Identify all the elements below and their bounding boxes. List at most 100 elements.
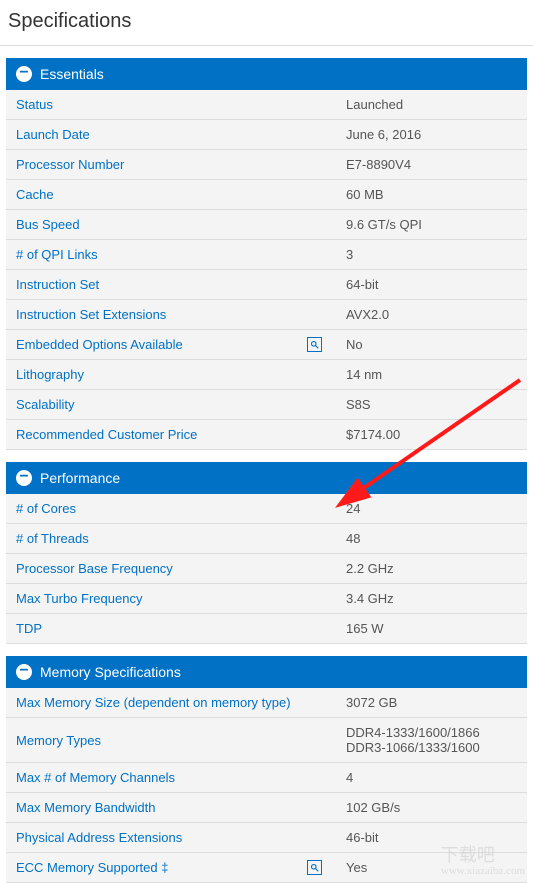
search-icon[interactable] [307,337,322,352]
spec-value: E7-8890V4 [336,150,527,179]
spec-value: 102 GB/s [336,793,527,822]
spec-row: Recommended Customer Price $7174.00 [6,420,527,450]
page-title: Specifications [0,0,533,46]
spec-row: Launch Date June 6, 2016 [6,120,527,150]
spec-row: Max Memory Bandwidth 102 GB/s [6,793,527,823]
spec-label[interactable]: TDP [6,614,336,643]
spec-row: Cache60 MB [6,180,527,210]
spec-row: Status Launched [6,90,527,120]
spec-value: 14 nm [336,360,527,389]
spec-label-text: Max # of Memory Channels [16,770,175,785]
spec-label[interactable]: Instruction Set [6,270,336,299]
spec-value: 3.4 GHz [336,584,527,613]
collapse-icon[interactable] [16,470,32,486]
collapse-icon[interactable] [16,664,32,680]
spec-row: Physical Address Extensions 46-bit [6,823,527,853]
spec-value: June 6, 2016 [336,120,527,149]
spec-label-text: Lithography [16,367,84,382]
spec-label[interactable]: Memory Types [6,718,336,762]
spec-label[interactable]: Instruction Set Extensions [6,300,336,329]
spec-row: Embedded Options Available No [6,330,527,360]
spec-row: Processor Base Frequency2.2 GHz [6,554,527,584]
spec-row: Max Turbo Frequency 3.4 GHz [6,584,527,614]
spec-section: Memory Specifications Max Memory Size (de… [0,656,533,883]
spec-row: # of Cores 24 [6,494,527,524]
section-title: Memory Specifications [40,664,181,680]
spec-value: DDR4-1333/1600/1866 DDR3-1066/1333/1600 [336,718,527,762]
search-icon[interactable] [307,860,322,875]
spec-value: No [336,330,527,359]
spec-label-text: Max Turbo Frequency [16,591,142,606]
spec-label-text: TDP [16,621,42,636]
spec-label-text: Max Memory Bandwidth [16,800,155,815]
spec-section: Performance# of Cores24# of Threads48Pro… [0,462,533,644]
spec-label[interactable]: Embedded Options Available [6,330,336,359]
spec-value: 64-bit [336,270,527,299]
spec-label[interactable]: Max Turbo Frequency [6,584,336,613]
spec-label-text: Status [16,97,53,112]
spec-label-text: Memory Types [16,733,101,748]
spec-row: Max # of Memory Channels 4 [6,763,527,793]
spec-label[interactable]: # of QPI Links [6,240,336,269]
spec-label-text: Launch Date [16,127,90,142]
spec-section: Essentials Status Launched Launch Date June … [0,58,533,450]
spec-value: 3 [336,240,527,269]
collapse-icon[interactable] [16,66,32,82]
spec-row: # of QPI Links 3 [6,240,527,270]
spec-value: 9.6 GT/s QPI [336,210,527,239]
spec-row: Instruction Set Extensions AVX2.0 [6,300,527,330]
spec-label-text: Bus Speed [16,217,80,232]
spec-row: ScalabilityS8S [6,390,527,420]
spec-row: # of Threads 48 [6,524,527,554]
spec-value: $7174.00 [336,420,527,449]
spec-label-text: Recommended Customer Price [16,427,197,442]
spec-label-text: Max Memory Size (dependent on memory typ… [16,695,291,710]
section-title: Performance [40,470,120,486]
section-title: Essentials [40,66,104,82]
spec-label[interactable]: # of Cores [6,494,336,523]
spec-value: Yes [336,853,527,882]
spec-value: 3072 GB [336,688,527,717]
spec-row: TDP 165 W [6,614,527,644]
spec-value: AVX2.0 [336,300,527,329]
spec-value: Launched [336,90,527,119]
section-header[interactable]: Essentials [6,58,527,90]
spec-label[interactable]: ECC Memory Supported ‡ [6,853,336,882]
spec-value: 46-bit [336,823,527,852]
spec-label-text: # of Threads [16,531,89,546]
spec-value: 165 W [336,614,527,643]
spec-label[interactable]: Physical Address Extensions [6,823,336,852]
spec-label-text: # of QPI Links [16,247,98,262]
section-header[interactable]: Performance [6,462,527,494]
spec-label-text: Instruction Set [16,277,99,292]
spec-label[interactable]: Status [6,90,336,119]
spec-label[interactable]: # of Threads [6,524,336,553]
spec-row: Memory Types DDR4-1333/1600/1866 DDR3-106… [6,718,527,763]
spec-row: Bus Speed 9.6 GT/s QPI [6,210,527,240]
spec-row: Max Memory Size (dependent on memory typ… [6,688,527,718]
spec-label-text: Instruction Set Extensions [16,307,166,322]
spec-label[interactable]: Processor Base Frequency [6,554,336,583]
spec-value: 48 [336,524,527,553]
spec-value: S8S [336,390,527,419]
spec-row: Instruction Set 64-bit [6,270,527,300]
spec-label[interactable]: Cache [6,180,336,209]
spec-label[interactable]: Bus Speed [6,210,336,239]
spec-label[interactable]: Scalability [6,390,336,419]
spec-label[interactable]: Max Memory Size (dependent on memory typ… [6,688,336,717]
spec-label[interactable]: Recommended Customer Price [6,420,336,449]
spec-value: 24 [336,494,527,523]
spec-label-text: Processor Base Frequency [16,561,173,576]
spec-label-text: # of Cores [16,501,76,516]
section-header[interactable]: Memory Specifications [6,656,527,688]
spec-label[interactable]: Max Memory Bandwidth [6,793,336,822]
spec-label[interactable]: Max # of Memory Channels [6,763,336,792]
spec-label[interactable]: Launch Date [6,120,336,149]
spec-row: Lithography 14 nm [6,360,527,390]
spec-value: 60 MB [336,180,527,209]
spec-label-text: Physical Address Extensions [16,830,182,845]
spec-label[interactable]: Processor Number [6,150,336,179]
spec-label-text: Embedded Options Available [16,337,183,352]
spec-value: 4 [336,763,527,792]
spec-label[interactable]: Lithography [6,360,336,389]
